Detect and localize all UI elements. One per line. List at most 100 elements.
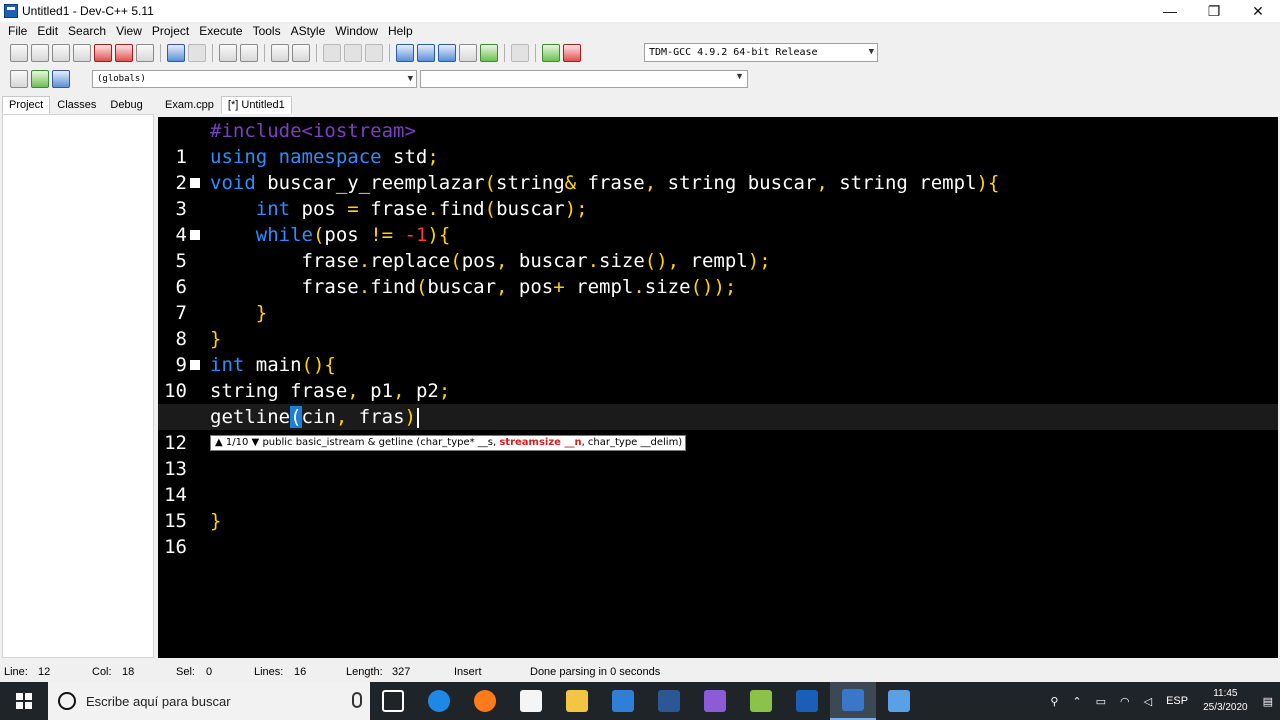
undo-icon[interactable] xyxy=(167,44,185,62)
menu-edit[interactable]: Edit xyxy=(32,24,63,38)
indent-icon[interactable] xyxy=(271,44,289,62)
save-all-icon[interactable] xyxy=(73,44,91,62)
maximize-button[interactable]: ❐ xyxy=(1192,0,1236,22)
unindent-icon[interactable] xyxy=(292,44,310,62)
menu-window[interactable]: Window xyxy=(330,24,383,38)
goto-bookmark-icon[interactable] xyxy=(52,70,70,88)
menu-execute[interactable]: Execute xyxy=(194,24,247,38)
menu-view[interactable]: View xyxy=(111,24,147,38)
print-icon[interactable] xyxy=(136,44,154,62)
save-icon[interactable] xyxy=(52,44,70,62)
system-clock[interactable]: 11:45 25/3/2020 xyxy=(1203,687,1248,715)
devcpp-taskbar-icon[interactable] xyxy=(830,682,876,720)
scope-select[interactable]: (globals) ▼ xyxy=(92,70,417,88)
line-code: } xyxy=(210,510,222,532)
insert-icon[interactable] xyxy=(10,70,28,88)
code-line: 15 xyxy=(158,482,1278,532)
replace-icon[interactable] xyxy=(240,44,258,62)
run-icon[interactable] xyxy=(417,44,435,62)
windows-taskbar: Escribe aquí para buscar ⚲ ⌃ ▭ ◠ ◁ ESP 1… xyxy=(0,682,1280,720)
bookmark-next-icon[interactable] xyxy=(344,44,362,62)
parameter-hint-tooltip[interactable]: ▲ 1/10 ▼ public basic_istream & getline … xyxy=(210,435,687,451)
code-line-current: 12 getline(cin, fras) xyxy=(158,404,1278,454)
hint-prev-icon[interactable]: ▲ xyxy=(215,437,223,448)
minimize-button[interactable]: — xyxy=(1148,0,1192,22)
code-editor[interactable]: 1 #include<iostream> 2 using namespace s… xyxy=(158,117,1278,658)
profile-chart-icon[interactable] xyxy=(542,44,560,62)
microphone-icon[interactable] xyxy=(352,692,362,708)
menu-file[interactable]: File xyxy=(3,24,32,38)
network-icon[interactable]: ◠ xyxy=(1120,695,1130,708)
redo-icon[interactable] xyxy=(188,44,206,62)
stop-execution-icon[interactable] xyxy=(511,44,529,62)
close-file-icon[interactable] xyxy=(94,44,112,62)
menu-help[interactable]: Help xyxy=(383,24,418,38)
close-button[interactable]: ✕ xyxy=(1236,0,1280,22)
menu-astyle[interactable]: AStyle xyxy=(286,24,331,38)
notes-icon[interactable] xyxy=(876,682,922,720)
menu-tools[interactable]: Tools xyxy=(248,24,286,38)
battery-icon[interactable]: ▭ xyxy=(1096,695,1106,708)
app-icon[interactable] xyxy=(738,682,784,720)
status-sel-value: 0 xyxy=(206,666,213,678)
notifications-icon[interactable]: ▤ xyxy=(1263,695,1273,708)
line-number: 16 xyxy=(164,536,187,558)
status-length-value: 327 xyxy=(392,666,411,678)
start-button[interactable] xyxy=(0,682,48,720)
chevron-up-icon[interactable]: ⌃ xyxy=(1072,695,1081,708)
people-icon[interactable]: ⚲ xyxy=(1050,695,1058,708)
menu-project[interactable]: Project xyxy=(147,24,194,38)
bookmark-prev-icon[interactable] xyxy=(323,44,341,62)
toolbar-separator xyxy=(212,44,213,62)
new-file-icon[interactable] xyxy=(10,44,28,62)
close-all-icon[interactable] xyxy=(115,44,133,62)
line-code: } xyxy=(255,302,268,324)
tab-classes[interactable]: Classes xyxy=(50,96,103,114)
line-code: frase.find(buscar, pos+ rempl.size()); xyxy=(301,276,737,298)
status-lines-label: Lines: xyxy=(254,666,284,678)
input-language[interactable]: ESP xyxy=(1166,695,1188,707)
word-icon[interactable] xyxy=(784,682,830,720)
toolbar-separator xyxy=(504,44,505,62)
task-view-icon[interactable] xyxy=(370,682,416,720)
open-file-icon[interactable] xyxy=(31,44,49,62)
store-icon[interactable] xyxy=(508,682,554,720)
line-code: frase.replace(pos, buscar.size(), rempl)… xyxy=(301,250,771,272)
tab-exam-cpp[interactable]: Exam.cpp xyxy=(158,96,221,114)
hint-signature-prefix: public basic_istream & getline (char_typ… xyxy=(262,437,500,448)
fold-marker-icon[interactable] xyxy=(190,178,200,188)
hint-counter: 1/10 xyxy=(225,437,249,448)
tab-debug[interactable]: Debug xyxy=(103,96,149,114)
chevron-down-icon: ▼ xyxy=(407,74,413,84)
title-bar: Untitled1 - Dev-C++ 5.11 — ❐ ✕ xyxy=(0,0,1280,22)
visual-studio-icon[interactable] xyxy=(692,682,738,720)
word-app-icon[interactable] xyxy=(646,682,692,720)
tab-project[interactable]: Project xyxy=(2,96,51,114)
hint-next-icon[interactable]: ▼ xyxy=(252,437,260,448)
fold-marker-icon[interactable] xyxy=(190,230,200,240)
project-browser[interactable] xyxy=(2,114,154,658)
taskbar-search[interactable]: Escribe aquí para buscar xyxy=(48,682,370,720)
firefox-icon[interactable] xyxy=(462,682,508,720)
compile-icon[interactable] xyxy=(396,44,414,62)
rebuild-icon[interactable] xyxy=(459,44,477,62)
menu-search[interactable]: Search xyxy=(63,24,111,38)
status-col-label: Col: xyxy=(92,666,112,678)
edge-icon[interactable] xyxy=(416,682,462,720)
fold-marker-icon[interactable] xyxy=(190,360,200,370)
compiler-select[interactable]: TDM-GCC 4.9.2 64-bit Release ▼ xyxy=(644,43,878,62)
file-explorer-icon[interactable] xyxy=(554,682,600,720)
find-icon[interactable] xyxy=(219,44,237,62)
mail-icon[interactable] xyxy=(600,682,646,720)
compile-run-icon[interactable] xyxy=(438,44,456,62)
tab-untitled1[interactable]: [*] Untitled1 xyxy=(220,96,292,114)
debug-icon[interactable] xyxy=(563,44,581,62)
toggle-bookmark-icon[interactable] xyxy=(31,70,49,88)
function-select[interactable]: ▼ xyxy=(420,70,748,88)
goto-line-icon[interactable] xyxy=(365,44,383,62)
compiler-select-value: TDM-GCC 4.9.2 64-bit Release xyxy=(649,47,818,58)
volume-icon[interactable]: ◁ xyxy=(1144,695,1152,708)
syntax-check-icon[interactable] xyxy=(480,44,498,62)
code-line: 5 while(pos != -1){ xyxy=(158,222,1278,272)
line-code: getline(cin, fras) xyxy=(210,404,419,430)
